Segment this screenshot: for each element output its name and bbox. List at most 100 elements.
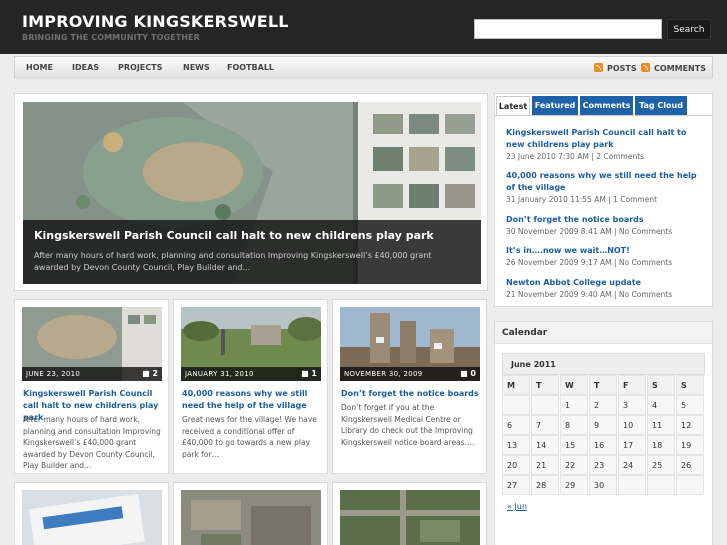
tab-featured[interactable]: Featured	[532, 96, 578, 115]
latest-post-title[interactable]: Newton Abbot College update	[506, 277, 706, 289]
nav-news[interactable]: NEWS	[183, 63, 210, 72]
calendar-month: June 2011	[502, 353, 705, 375]
latest-post-meta: 21 November 2009 9:40 AM | No Comments	[506, 290, 673, 299]
site-header: IMPROVING KINGSKERSWELL BRINGING THE COM…	[0, 0, 727, 54]
post-card: JUNE 23, 2010 ■ 2 Kingskerswell Parish C…	[14, 299, 169, 474]
nav-projects[interactable]: PROJECTS	[118, 63, 162, 72]
post-card: NOVEMBER 30, 2009 ■ 0 Don’t forget the n…	[332, 299, 487, 474]
post-excerpt: After many hours of hard work, planning …	[23, 415, 161, 470]
calendar-day: 27	[502, 475, 530, 495]
calendar-day	[502, 395, 530, 415]
featured-title[interactable]: Kingskerswell Parish Council call halt t…	[34, 229, 434, 242]
nav-home[interactable]: HOME	[26, 63, 53, 72]
calendar-day: 15	[560, 435, 588, 455]
calendar-day: 17	[618, 435, 646, 455]
latest-post-title[interactable]: Don’t forget the notice boards	[506, 214, 706, 226]
latest-post-meta: 31 January 2010 11:55 AM | 1 Comment	[506, 195, 658, 204]
calendar-day: 19	[676, 435, 704, 455]
latest-post-title[interactable]: It’s in….now we wait…NOT!	[506, 245, 706, 257]
calendar-day: 25	[647, 455, 675, 475]
post-card	[14, 482, 169, 545]
post-card	[332, 482, 487, 545]
latest-post-meta: 30 November 2009 8:41 AM | No Comments	[506, 227, 673, 236]
latest-post-meta: 23 June 2010 7:30 AM | 2 Comments	[506, 152, 645, 161]
calendar-day: 24	[618, 455, 646, 475]
post-photo[interactable]	[181, 490, 321, 545]
list-item: 40,000 reasons why we still need the hel…	[506, 170, 706, 206]
list-item: Kingskerswell Parish Council call halt t…	[506, 127, 706, 163]
thumbnail-bar: JANUARY 31, 2010 ■ 1	[181, 367, 321, 381]
latest-post-title[interactable]: 40,000 reasons why we still need the hel…	[506, 170, 706, 194]
comment-count-value: 1	[311, 369, 317, 378]
calendar-day: 5	[676, 395, 704, 415]
calendar-widget: Calendar June 2011 M T W T F S S 1 2 3 4 5 6 7 8 9 10 11 1…	[494, 321, 713, 545]
site-title[interactable]: IMPROVING KINGSKERSWELL	[22, 12, 289, 31]
post-photo[interactable]	[22, 490, 162, 545]
comment-count[interactable]: ■ 0	[460, 369, 476, 378]
post-excerpt: Great news for the village! We have rece…	[182, 415, 317, 459]
rss-icon	[594, 63, 603, 72]
tab-tag-cloud[interactable]: Tag Cloud	[635, 96, 687, 115]
comment-count[interactable]: ■ 1	[301, 369, 317, 378]
calendar-day: 16	[589, 435, 617, 455]
calendar-day-header: S	[676, 375, 704, 395]
calendar-heading: Calendar	[495, 322, 712, 344]
calendar-prev-link[interactable]: « Jun	[507, 502, 527, 511]
calendar-day: 26	[676, 455, 704, 475]
calendar-day-header: W	[560, 375, 588, 395]
feed-posts-label: POSTS	[607, 64, 637, 73]
featured-excerpt: After many hours of hard work, planning …	[34, 251, 432, 272]
list-item: Newton Abbot College update 21 November 2…	[506, 277, 706, 301]
calendar-day: 12	[676, 415, 704, 435]
thumbnail-bar: NOVEMBER 30, 2009 ■ 0	[340, 367, 480, 381]
search-input[interactable]	[474, 19, 662, 39]
calendar-day-header: F	[618, 375, 646, 395]
featured-caption: Kingskerswell Parish Council call halt t…	[23, 220, 481, 284]
featured-post[interactable]: Kingskerswell Parish Council call halt t…	[14, 93, 488, 291]
calendar-day	[647, 475, 675, 495]
comment-count[interactable]: ■ 2	[142, 369, 158, 378]
comment-count-value: 2	[152, 369, 158, 378]
post-date: JANUARY 31, 2010	[185, 370, 254, 378]
feed-posts-link[interactable]: POSTS	[594, 63, 637, 73]
post-thumbnail[interactable]: JANUARY 31, 2010 ■ 1	[181, 307, 321, 381]
post-thumbnail[interactable]: NOVEMBER 30, 2009 ■ 0	[340, 307, 480, 381]
post-date: JUNE 23, 2010	[26, 370, 81, 378]
calendar-day: 11	[647, 415, 675, 435]
tab-latest[interactable]: Latest	[496, 96, 530, 115]
list-item: Don’t forget the notice boards 30 Novembe…	[506, 214, 706, 238]
calendar-day: 4	[647, 395, 675, 415]
calendar-day: 2	[589, 395, 617, 415]
calendar-day: 7	[531, 415, 559, 435]
search-button[interactable]: Search	[667, 19, 711, 40]
rss-icon	[641, 63, 650, 72]
calendar-day: 6	[502, 415, 530, 435]
post-date: NOVEMBER 30, 2009	[344, 370, 423, 378]
nav-football[interactable]: FOOTBALL	[227, 63, 274, 72]
latest-post-meta: 26 November 2009 9:17 AM | No Comments	[506, 258, 673, 267]
post-title[interactable]: Don’t forget the notice boards	[341, 388, 483, 400]
calendar-day: 30	[589, 475, 617, 495]
calendar-day: 18	[647, 435, 675, 455]
calendar-day: 10	[618, 415, 646, 435]
calendar-day: 29	[560, 475, 588, 495]
nav-ideas[interactable]: IDEAS	[72, 63, 99, 72]
calendar-day-header: T	[531, 375, 559, 395]
feed-comments-label: COMMENTS	[654, 64, 706, 73]
tab-divider	[495, 115, 712, 116]
tabbed-widget: Latest Featured Comments Tag Cloud Kings…	[494, 93, 713, 307]
calendar-day: 23	[589, 455, 617, 475]
calendar-day: 13	[502, 435, 530, 455]
post-thumbnail[interactable]: JUNE 23, 2010 ■ 2	[22, 307, 162, 381]
post-photo[interactable]	[340, 490, 480, 545]
post-title[interactable]: 40,000 reasons why we still need the hel…	[182, 388, 324, 412]
calendar-day	[531, 395, 559, 415]
calendar-day: 1	[560, 395, 588, 415]
tab-comments[interactable]: Comments	[580, 96, 633, 115]
calendar-day-header: S	[647, 375, 675, 395]
latest-post-title[interactable]: Kingskerswell Parish Council call halt t…	[506, 127, 706, 151]
post-card	[173, 482, 328, 545]
calendar-day-header: M	[502, 375, 530, 395]
list-item: It’s in….now we wait…NOT! 26 November 200…	[506, 245, 706, 269]
feed-comments-link[interactable]: COMMENTS	[641, 63, 706, 73]
